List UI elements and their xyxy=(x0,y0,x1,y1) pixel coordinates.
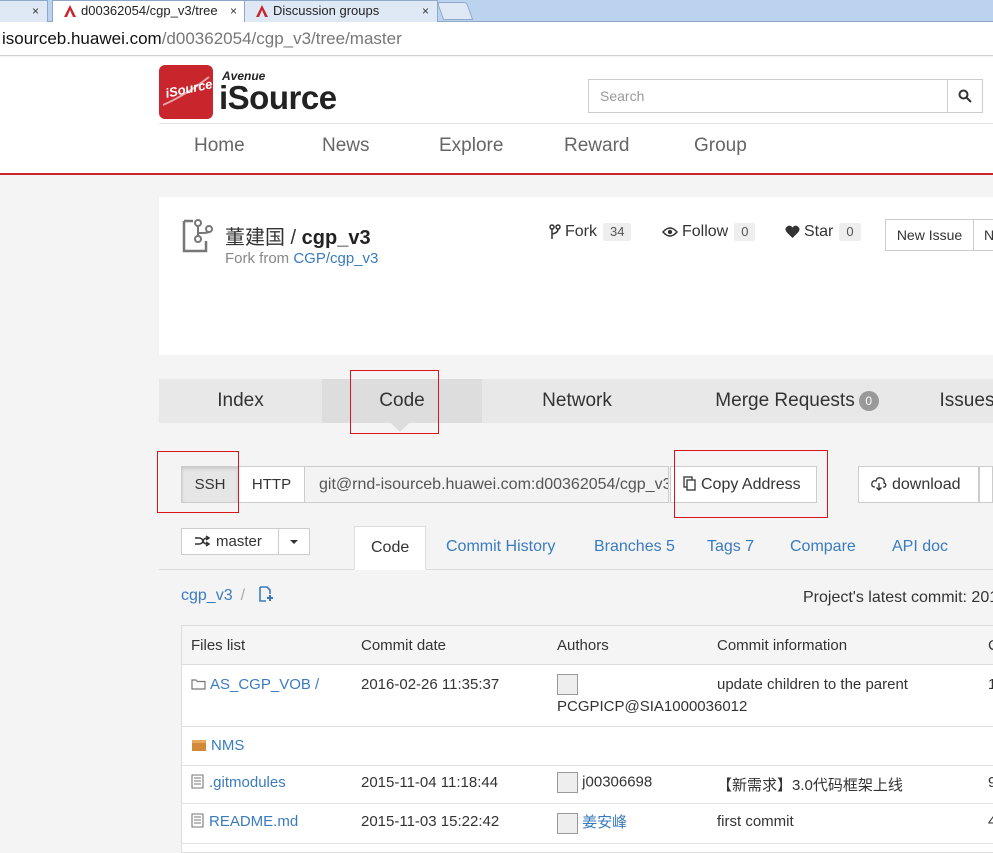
shuffle-icon xyxy=(195,535,211,547)
commit-message[interactable]: update children to the parent xyxy=(717,676,908,693)
site-header: iSource Avenue iSource Home News Explore… xyxy=(0,57,993,175)
cloud-download-icon xyxy=(871,477,887,491)
http-toggle[interactable]: HTTP xyxy=(238,466,305,503)
header-divider xyxy=(159,123,993,124)
site-favicon-icon xyxy=(64,5,76,17)
browser-tab[interactable]: Discussion groups × xyxy=(244,0,438,22)
browser-tab-strip: × d00362054/cgp_v3/tree × Discussion gro… xyxy=(0,0,993,22)
sub-tabs-divider xyxy=(159,569,993,570)
avatar xyxy=(557,674,578,695)
nav-home[interactable]: Home xyxy=(194,135,245,157)
add-file-icon[interactable] xyxy=(258,586,274,602)
table-row: .gitmodules 2015-11-04 11:18:44 j0030669… xyxy=(182,766,993,804)
merge-requests-badge: 0 xyxy=(858,390,879,411)
highlight-box xyxy=(157,451,239,513)
follow-button[interactable]: Follow 0 xyxy=(662,223,756,241)
submodule-icon xyxy=(192,740,206,751)
repo-tabs: Index Code Network Merge Requests 0 Issue… xyxy=(159,379,993,423)
isource-logo[interactable]: iSource Avenue iSource xyxy=(159,65,344,121)
search-icon xyxy=(958,89,972,103)
avatar xyxy=(557,772,578,793)
author-name[interactable]: PCGPICP@SIA1000036012 xyxy=(557,698,747,715)
browser-tab-active[interactable]: d00362054/cgp_v3/tree × xyxy=(52,0,246,22)
branch-selector[interactable]: master xyxy=(181,528,279,555)
fork-count: 34 xyxy=(603,223,632,241)
subtab-tags[interactable]: Tags 7 xyxy=(707,538,754,556)
author-name[interactable]: 姜安峰 xyxy=(582,814,627,831)
subtab-compare[interactable]: Compare xyxy=(790,538,856,556)
new-tab-button[interactable] xyxy=(436,2,474,20)
fork-source-link[interactable]: CGP/cgp_v3 xyxy=(293,250,378,267)
subtab-api-doc[interactable]: API doc xyxy=(892,538,948,556)
file-name[interactable]: .gitmodules xyxy=(191,774,286,791)
fork-icon xyxy=(549,224,561,239)
star-button[interactable]: Star 0 xyxy=(785,223,861,241)
file-icon xyxy=(191,774,204,789)
follow-count: 0 xyxy=(734,223,756,241)
download-button[interactable]: download xyxy=(858,466,979,503)
tab-index[interactable]: Index xyxy=(159,379,322,423)
breadcrumb: cgp_v3/ xyxy=(181,586,274,605)
search-box xyxy=(588,79,983,113)
tab-issues[interactable]: Issues xyxy=(922,379,993,423)
table-row: AS_CGP_VOB / 2016-02-26 11:35:37 PCGPICP… xyxy=(182,666,993,727)
project-title: 董建国 / cgp_v3 xyxy=(225,227,371,249)
breadcrumb-root[interactable]: cgp_v3 xyxy=(181,587,233,604)
close-icon[interactable]: × xyxy=(422,1,429,21)
file-icon xyxy=(191,813,204,828)
close-icon[interactable]: × xyxy=(230,1,237,21)
folder-icon xyxy=(191,679,206,690)
repository-icon xyxy=(182,219,213,253)
download-dropdown[interactable] xyxy=(979,466,993,503)
nav-group[interactable]: Group xyxy=(694,135,747,157)
browser-tab[interactable]: × xyxy=(0,0,48,22)
project-owner[interactable]: 董建国 xyxy=(225,227,285,249)
file-name[interactable]: README.md xyxy=(191,813,298,830)
clone-url-field[interactable]: git@rnd-isourceb.huawei.com:d00362054/cg… xyxy=(304,466,669,503)
file-name[interactable]: NMS xyxy=(191,737,244,754)
project-header: 董建国 / cgp_v3 Fork from CGP/cgp_v3 Fork 34… xyxy=(159,197,993,355)
search-input[interactable] xyxy=(588,79,948,113)
avatar xyxy=(557,812,578,834)
project-name[interactable]: cgp_v3 xyxy=(302,227,371,249)
eye-icon xyxy=(662,227,678,237)
nav-news[interactable]: News xyxy=(322,135,370,157)
tab-merge-requests[interactable]: Merge Requests 0 xyxy=(672,379,922,423)
nav-reward[interactable]: Reward xyxy=(564,135,629,157)
new-issue-button[interactable]: New Issue xyxy=(885,219,974,251)
star-count: 0 xyxy=(839,223,861,241)
highlight-box xyxy=(350,370,439,434)
table-row: NMS xyxy=(182,727,993,766)
latest-commit-info: Project's latest commit: 201 xyxy=(803,589,993,606)
fork-source: Fork from CGP/cgp_v3 xyxy=(225,250,379,267)
table-header: Files list Commit date Authors Commit in… xyxy=(182,626,993,665)
address-bar[interactable]: isourceb.huawei.com/d00362054/cgp_v3/tre… xyxy=(0,22,993,56)
subtab-code[interactable]: Code xyxy=(354,526,427,570)
table-row: README.md 2015-11-03 15:22:42 姜安峰 first … xyxy=(182,804,993,844)
search-button[interactable] xyxy=(947,79,983,113)
site-favicon-icon xyxy=(256,5,268,17)
file-table: Files list Commit date Authors Commit in… xyxy=(181,625,993,853)
commit-message[interactable]: 【新需求】3.0代码框架上线 xyxy=(717,774,903,795)
subtab-commit-history[interactable]: Commit History xyxy=(446,538,555,556)
commit-message[interactable]: first commit xyxy=(717,813,794,830)
branch-dropdown[interactable] xyxy=(278,528,310,555)
file-name[interactable]: AS_CGP_VOB / xyxy=(191,676,319,693)
new-merge-request-button[interactable]: N xyxy=(973,219,993,251)
close-icon[interactable]: × xyxy=(32,1,39,21)
author-name[interactable]: j00306698 xyxy=(582,773,652,790)
tab-network[interactable]: Network xyxy=(482,379,672,423)
highlight-box xyxy=(674,450,828,518)
nav-explore[interactable]: Explore xyxy=(439,135,503,157)
heart-icon xyxy=(785,225,800,238)
caret-down-icon xyxy=(290,540,298,544)
fork-button[interactable]: Fork 34 xyxy=(549,223,632,241)
subtab-branches[interactable]: Branches 5 xyxy=(594,538,675,556)
